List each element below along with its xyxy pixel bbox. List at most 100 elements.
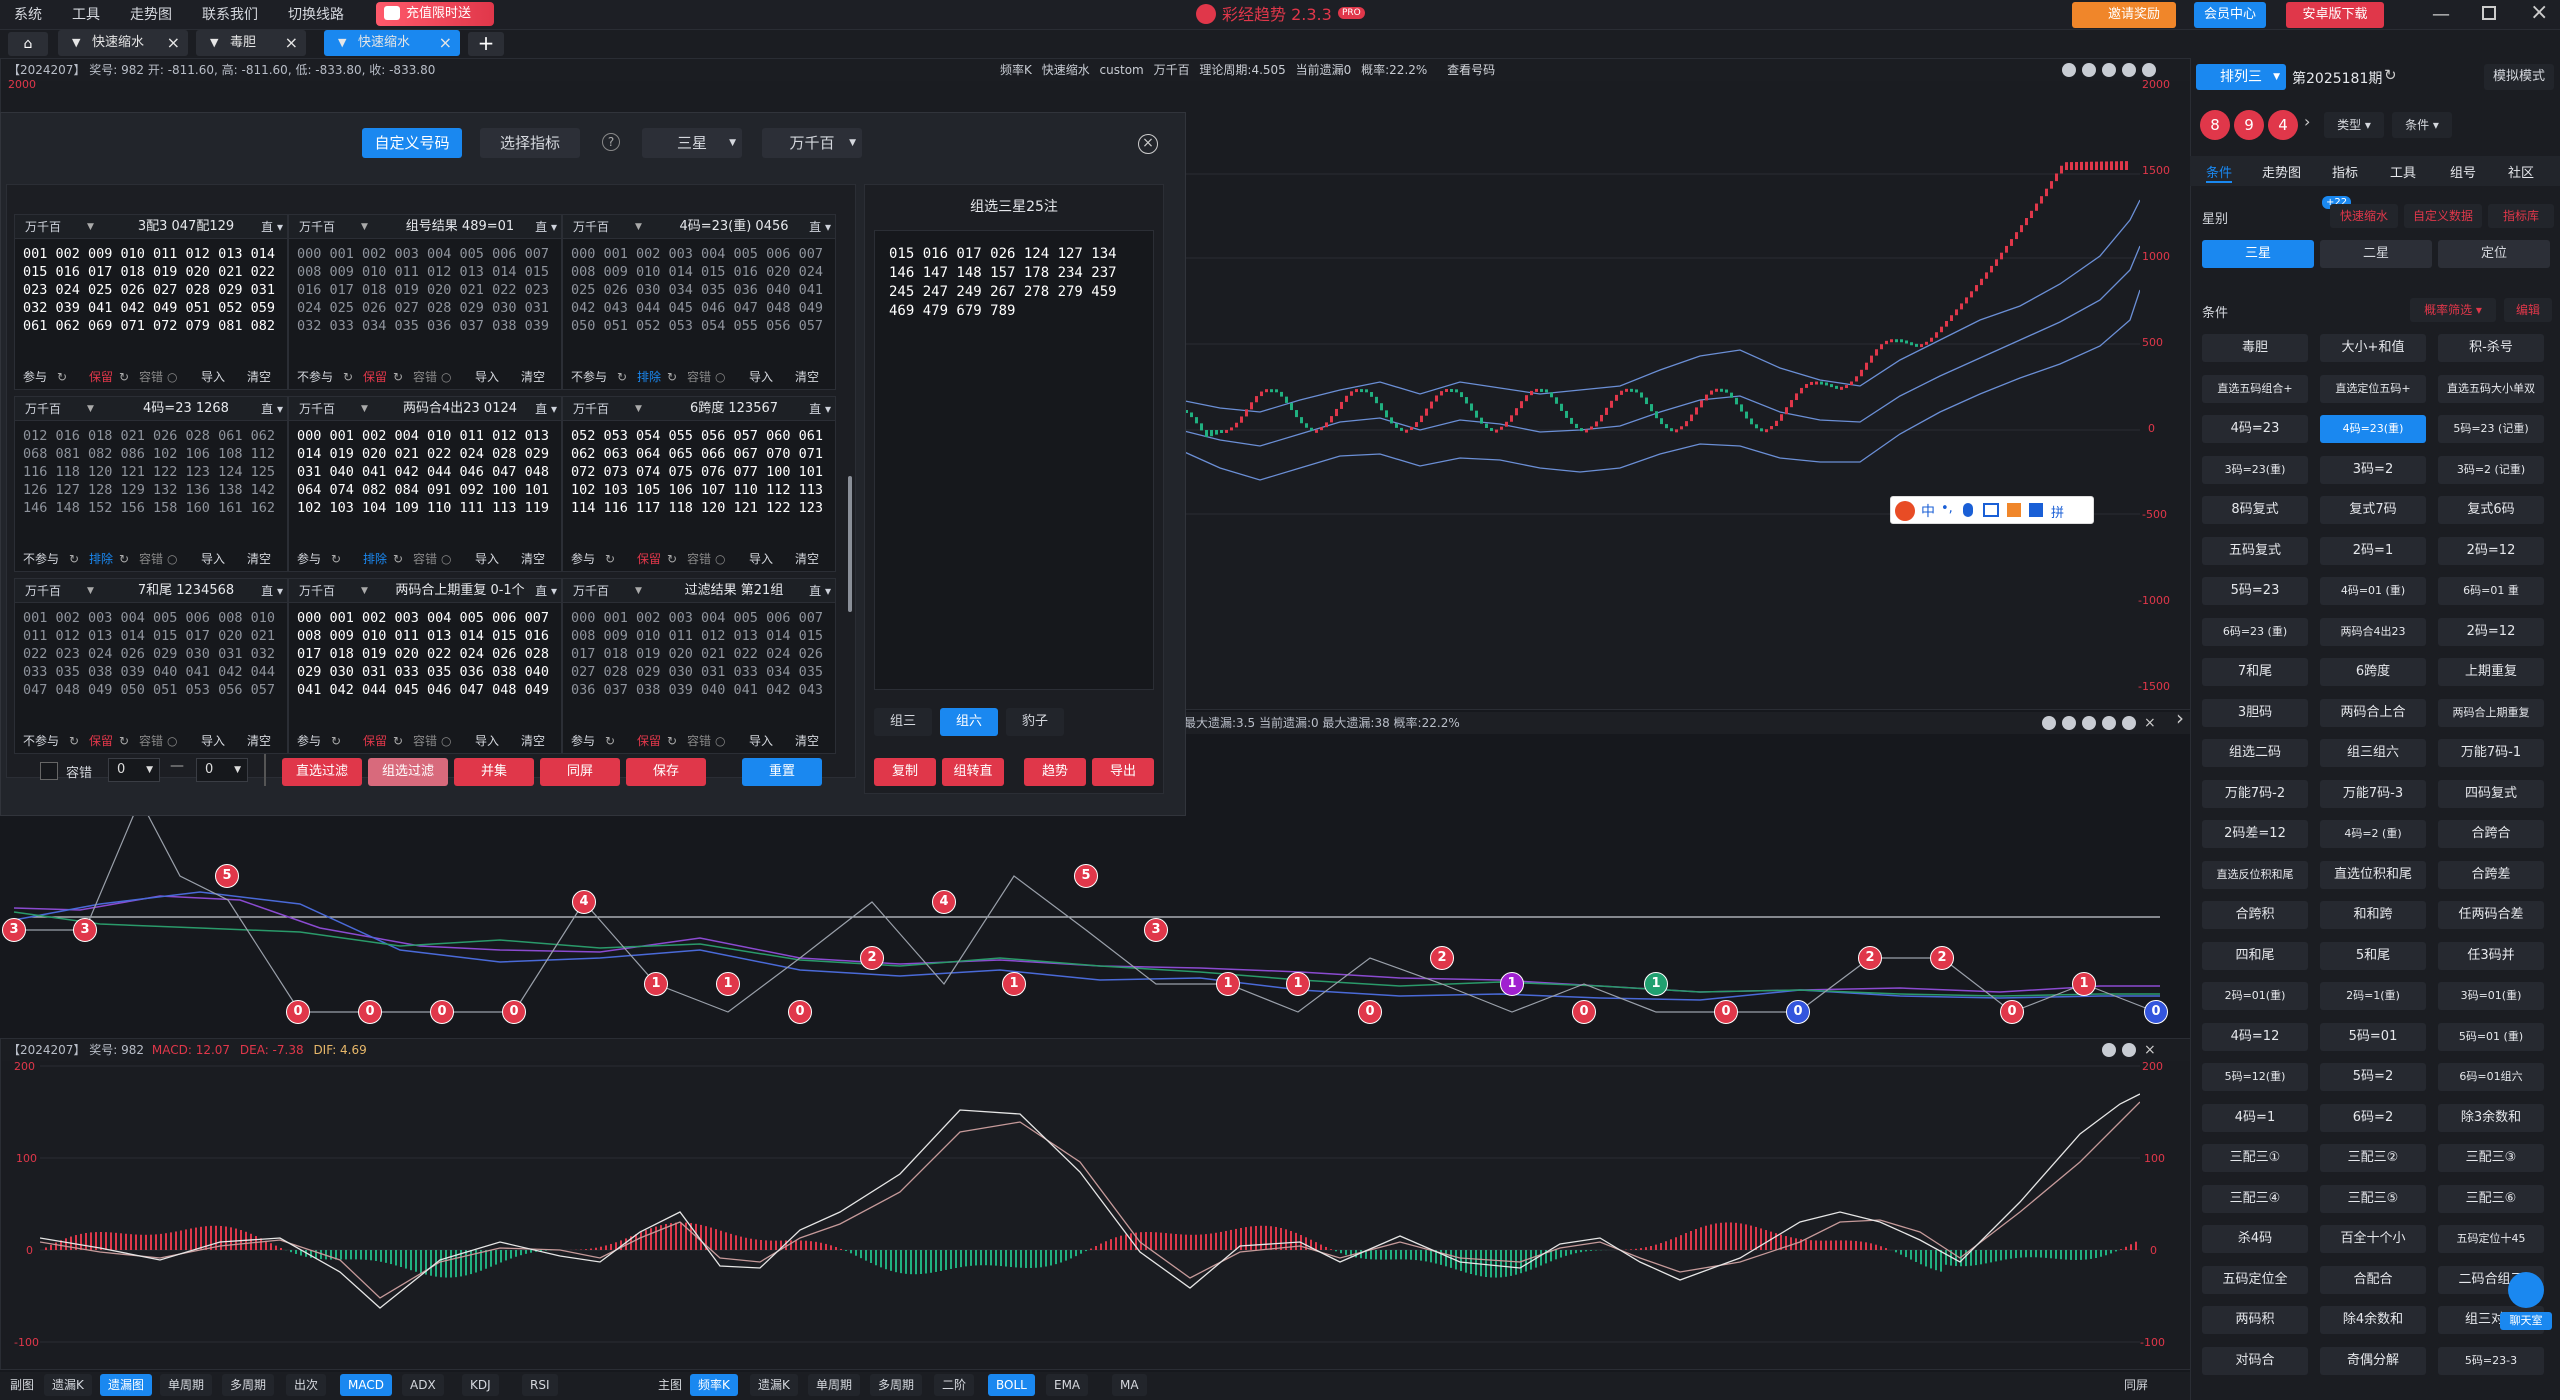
btn-occurrences[interactable]: 出次 — [286, 1374, 327, 1396]
condition-item[interactable]: 3码=23(重) — [2202, 455, 2308, 484]
keep-toggle[interactable]: 排除 — [637, 365, 661, 389]
condition-item[interactable]: 2码=1 — [2320, 536, 2426, 565]
condition-item[interactable]: 积-杀号 — [2438, 334, 2544, 362]
android-download-button[interactable]: 安卓版下载 — [2286, 2, 2384, 28]
ime-punct[interactable]: •, — [1941, 501, 1953, 516]
position-select[interactable]: 万千百 — [573, 579, 609, 603]
tool-icon[interactable] — [2062, 716, 2076, 730]
trend-button[interactable]: 趋势 — [1024, 758, 1086, 786]
condition-item[interactable]: 5码=12(重) — [2202, 1063, 2308, 1091]
skin-icon[interactable] — [2007, 503, 2021, 517]
tolerance-max-select[interactable]: 0 ▼ — [196, 758, 248, 782]
condition-item[interactable]: 6码=23 (重) — [2202, 617, 2308, 646]
condition-item[interactable]: 奇偶分解 — [2320, 1346, 2426, 1375]
tolerance-checkbox[interactable] — [40, 762, 58, 780]
import-button[interactable]: 导入 — [749, 365, 773, 389]
import-button[interactable]: 导入 — [201, 365, 225, 389]
star-two[interactable]: 二星 — [2320, 240, 2432, 268]
tool-icon[interactable] — [2062, 63, 2076, 77]
group-to-direct-button[interactable]: 组转直 — [942, 758, 1004, 786]
condition-item[interactable]: 万能7码-3 — [2320, 779, 2426, 808]
btn-kdj[interactable]: KDJ — [462, 1374, 499, 1396]
tab-poison-gall[interactable]: ▼ 毒胆 × — [196, 30, 306, 56]
home-icon[interactable]: ⌂ — [8, 32, 48, 56]
position-select[interactable]: 万千百 ▼ — [762, 128, 862, 158]
btn-multi-period-main[interactable]: 多周期 — [870, 1374, 923, 1396]
clear-button[interactable]: 清空 — [521, 547, 545, 571]
ime-mode[interactable]: 拼 — [2051, 502, 2064, 521]
position-select[interactable]: 万千百 — [573, 215, 609, 239]
condition-item[interactable]: 两码合上合 — [2320, 698, 2426, 727]
condition-item[interactable]: 6码=01组六 — [2438, 1063, 2544, 1091]
import-button[interactable]: 导入 — [201, 547, 225, 571]
refresh-icon[interactable]: ↻ — [393, 365, 403, 389]
dialog-close-icon[interactable]: × — [1138, 134, 1158, 154]
condition-item[interactable]: 5码=23-3 — [2438, 1346, 2544, 1375]
refresh-icon[interactable]: ↻ — [393, 729, 403, 753]
condition-item[interactable]: 3码=2 (记重) — [2438, 455, 2544, 484]
help-icon[interactable]: ? — [602, 133, 620, 151]
condition-item[interactable]: 组三组六 — [2320, 739, 2426, 767]
tolerance-toggle[interactable]: 容错 — [687, 547, 711, 571]
condition-item[interactable]: 直选五码大小单双 — [2438, 374, 2544, 403]
tab-leopard[interactable]: 豹子 — [1006, 708, 1064, 736]
participate-toggle[interactable]: 参与 — [571, 547, 595, 571]
import-button[interactable]: 导入 — [475, 729, 499, 753]
dropdown-icon[interactable]: ▼ — [210, 30, 218, 56]
next-arrow-icon[interactable]: › — [2304, 112, 2310, 131]
keep-toggle[interactable]: 保留 — [637, 729, 661, 753]
condition-item[interactable]: 直选定位五码+ — [2320, 374, 2426, 403]
participate-toggle[interactable]: 参与 — [23, 365, 47, 389]
clear-button[interactable]: 清空 — [795, 729, 819, 753]
nav-trend[interactable]: 走势图 — [2262, 162, 2301, 181]
tab-quick-shrink-active[interactable]: ▼ 快速缩水 × — [324, 30, 460, 56]
position-select[interactable]: 万千百 — [25, 579, 61, 603]
pin-icon[interactable] — [2102, 1043, 2116, 1057]
condition-item[interactable]: 百全十个小 — [2320, 1225, 2426, 1253]
radio-icon[interactable]: ○ — [715, 365, 725, 389]
mode-select[interactable]: 直 ▾ — [809, 579, 831, 603]
tolerance-toggle[interactable]: 容错 — [413, 729, 437, 753]
invite-button[interactable]: 邀请奖励 — [2072, 2, 2176, 28]
simulate-mode-button[interactable]: 模拟模式 — [2484, 64, 2554, 90]
tab-close-icon[interactable]: × — [167, 30, 180, 56]
participate-toggle[interactable]: 不参与 — [23, 547, 59, 571]
condition-item[interactable]: 三配三④ — [2202, 1184, 2308, 1213]
condition-item[interactable]: 五码定位十45 — [2438, 1225, 2544, 1253]
tolerance-toggle[interactable]: 容错 — [139, 547, 163, 571]
refresh-icon[interactable]: ↻ — [667, 729, 677, 753]
chat-room-button[interactable]: 聊天室 — [2500, 1272, 2552, 1332]
nav-community[interactable]: 社区 — [2508, 162, 2534, 181]
tool-icon[interactable] — [2082, 63, 2096, 77]
group-filter-button[interactable]: 组选过滤 — [368, 758, 448, 786]
radio-icon[interactable]: ○ — [167, 547, 177, 571]
condition-item[interactable]: 2码=12 — [2438, 536, 2544, 565]
condition-item[interactable]: 6码=01 重 — [2438, 577, 2544, 605]
condition-item[interactable]: 4码=01 (重) — [2320, 577, 2426, 605]
dropdown-icon[interactable]: ▼ — [338, 30, 346, 56]
btn-omission-chart[interactable]: 遗漏图 — [100, 1374, 153, 1396]
condition-item[interactable]: 组选二码 — [2202, 739, 2308, 767]
menu-system[interactable]: 系统 — [14, 0, 42, 30]
position-select[interactable]: 万千百 — [299, 215, 335, 239]
close-icon[interactable]: × — [2530, 0, 2548, 25]
member-center-button[interactable]: 会员中心 — [2194, 2, 2266, 28]
edit-button[interactable]: 编辑 — [2504, 298, 2552, 322]
condition-item[interactable]: 两码合上期重复 — [2438, 698, 2544, 727]
condition-item[interactable]: 三配三⑤ — [2320, 1184, 2426, 1213]
tab-group-three[interactable]: 组三 — [874, 708, 932, 736]
condition-item[interactable]: 杀4码 — [2202, 1225, 2308, 1253]
keep-toggle[interactable]: 保留 — [637, 547, 661, 571]
btn-frequency-k[interactable]: 频率K — [690, 1374, 738, 1396]
tolerance-toggle[interactable]: 容错 — [687, 729, 711, 753]
condition-item[interactable]: 4码=12 — [2202, 1022, 2308, 1051]
nav-indicators[interactable]: 指标 — [2332, 162, 2358, 181]
close-pane-icon[interactable]: × — [2144, 1042, 2156, 1058]
condition-item[interactable]: 三配三② — [2320, 1144, 2426, 1172]
keep-toggle[interactable]: 保留 — [89, 365, 113, 389]
condition-item[interactable]: 两码合4出23 — [2320, 617, 2426, 646]
same-screen-button[interactable]: 同屏 — [540, 758, 620, 786]
import-button[interactable]: 导入 — [475, 365, 499, 389]
condition-item[interactable]: 4码=23 — [2202, 415, 2308, 443]
condition-item[interactable]: 五码复式 — [2202, 536, 2308, 565]
